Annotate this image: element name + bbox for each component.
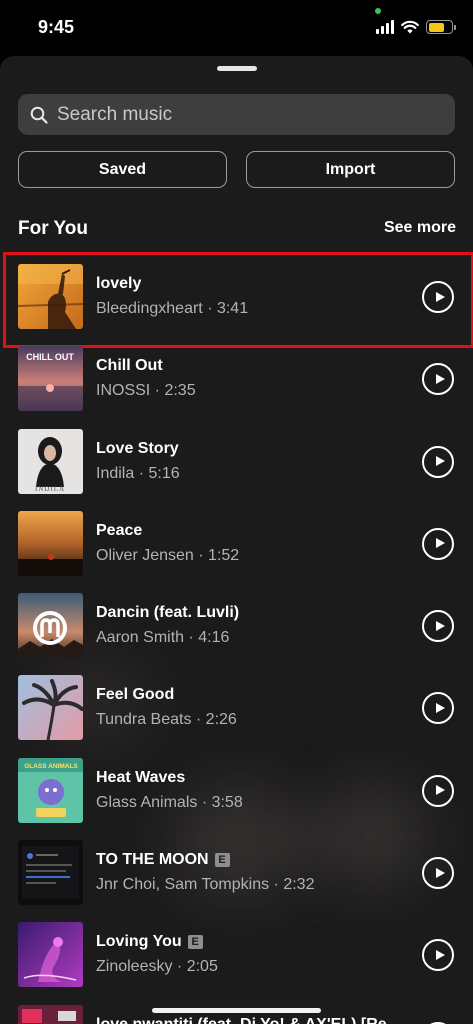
section-title: For You: [18, 218, 89, 239]
album-cover: [18, 593, 83, 659]
track-title: Heat Waves: [96, 768, 186, 786]
track-list: lovely Bleedingxheart · 3:41 CHILL OUT C…: [0, 248, 473, 1024]
wifi-icon: [401, 20, 419, 34]
play-circle-icon[interactable]: [422, 445, 454, 478]
track-artist-duration: Oliver Jensen · 1:52: [96, 546, 240, 564]
track-row[interactable]: TO THE MOON E Jnr Choi, Sam Tompkins · 2:…: [0, 824, 473, 906]
play-circle-icon[interactable]: [422, 774, 454, 807]
play-circle-icon[interactable]: [422, 857, 454, 890]
track-title: Dancin (feat. Luvli): [96, 604, 240, 622]
track-artist-duration: Jnr Choi, Sam Tompkins · 2:32: [96, 876, 315, 894]
play-circle-icon[interactable]: [422, 610, 454, 643]
album-cover: [18, 840, 83, 906]
explicit-badge: E: [214, 853, 230, 868]
explicit-badge: E: [187, 935, 203, 950]
play-circle-icon[interactable]: [422, 527, 454, 560]
track-row[interactable]: Feel Good Tundra Beats · 2:26: [0, 659, 473, 741]
status-icons: [376, 19, 456, 35]
album-cover: CHILL OUT: [18, 346, 83, 412]
track-artist-duration: Bleedingxheart · 3:41: [96, 300, 249, 317]
album-cover: [18, 1004, 83, 1024]
search-icon: [30, 106, 48, 124]
track-row[interactable]: love nwantiti (feat. Dj Yo! & AX'EL) [Re: [0, 989, 473, 1024]
track-title: Feel Good: [96, 686, 175, 704]
home-indicator[interactable]: [152, 1008, 321, 1013]
track-title: lovely: [96, 275, 142, 292]
privacy-indicator-dot: [375, 8, 381, 14]
cellular-signal-icon: [376, 20, 394, 34]
track-row[interactable]: lovely Bleedingxheart · 3:41: [0, 248, 473, 349]
search-input[interactable]: Search music: [18, 94, 455, 135]
status-bar: 9:45: [0, 0, 473, 56]
sheet-grab-handle[interactable]: [217, 66, 257, 71]
track-title: Chill Out: [96, 357, 163, 375]
track-title: Loving You E: [96, 933, 203, 951]
cover-text: GLASS ANIMALS: [24, 763, 78, 770]
track-title: Peace: [96, 521, 143, 539]
track-title: Love Story: [96, 439, 179, 457]
cover-text: CHILL OUT: [26, 352, 74, 362]
album-cover: GLASS ANIMALS: [18, 757, 83, 823]
track-row[interactable]: Peace Oliver Jensen · 1:52: [0, 495, 473, 577]
track-artist-duration: Tundra Beats · 2:26: [96, 711, 237, 729]
track-artist-duration: INOSSI · 2:35: [96, 382, 196, 400]
play-circle-icon[interactable]: [422, 281, 454, 313]
search-placeholder: Search music: [57, 103, 173, 125]
album-cover: [18, 922, 83, 988]
play-circle-icon[interactable]: [422, 939, 454, 972]
track-row[interactable]: Dancin (feat. Luvli) Aaron Smith · 4:16: [0, 577, 473, 659]
track-title: TO THE MOON E: [96, 851, 230, 869]
play-circle-icon[interactable]: [422, 692, 454, 725]
cover-text: INDILA: [35, 485, 65, 493]
battery-icon: [426, 20, 456, 34]
track-artist-duration: Indila · 5:16: [96, 464, 180, 482]
track-artist-duration: Aaron Smith · 4:16: [96, 629, 230, 647]
music-picker-sheet: Search music Saved Import For You See mo…: [0, 56, 473, 1024]
album-cover: INDILA: [18, 428, 83, 494]
track-row[interactable]: CHILL OUT Chill Out INOSSI · 2:35: [0, 330, 473, 412]
album-cover: [18, 264, 83, 329]
album-cover: [18, 675, 83, 741]
see-more-link[interactable]: See more: [384, 219, 456, 237]
status-time: 9:45: [38, 17, 75, 37]
track-row[interactable]: Loving You E Zinoleesky · 2:05: [0, 906, 473, 988]
import-button[interactable]: Import: [246, 151, 455, 188]
saved-button[interactable]: Saved: [18, 151, 227, 188]
album-cover: [18, 510, 83, 576]
track-row[interactable]: GLASS ANIMALS Heat Waves Glass Animals ·…: [0, 742, 473, 824]
track-title: love nwantiti (feat. Dj Yo! & AX'EL) [Re: [96, 1016, 387, 1024]
play-circle-icon[interactable]: [422, 363, 454, 396]
track-artist-duration: Zinoleesky · 2:05: [96, 958, 218, 976]
track-artist-duration: Glass Animals · 3:58: [96, 793, 243, 811]
track-row[interactable]: INDILA Love Story Indila · 5:16: [0, 413, 473, 495]
